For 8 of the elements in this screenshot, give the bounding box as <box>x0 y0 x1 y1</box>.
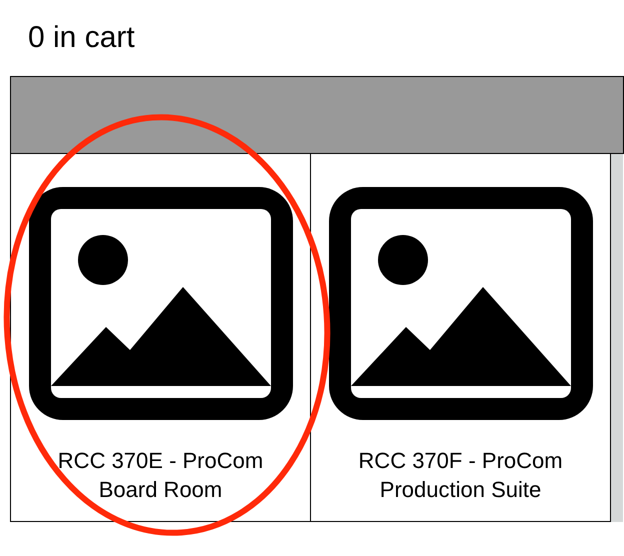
product-name: RCC 370F - ProCom Production Suite <box>357 447 564 504</box>
image-icon <box>28 187 292 420</box>
product-card[interactable]: RCC 370F - ProCom Production Suite <box>310 154 611 522</box>
product-name: RCC 370E - ProCom Board Room <box>56 447 264 504</box>
product-card[interactable]: RCC 370E - ProCom Board Room <box>10 154 311 522</box>
cart-count: 0 in cart <box>28 21 135 54</box>
scrollbar[interactable] <box>611 154 623 522</box>
image-icon <box>328 187 592 420</box>
